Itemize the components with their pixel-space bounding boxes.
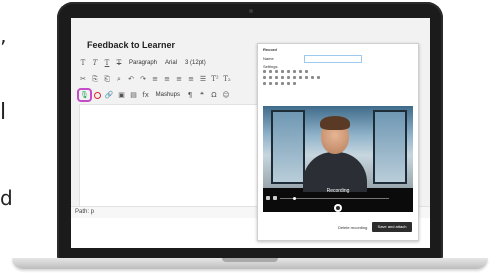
slide-edge-text-2: l	[0, 100, 7, 125]
laptop-screen: Feedback to Learner T T T T Paragraph Ar…	[71, 18, 430, 248]
video-controls	[263, 194, 413, 202]
record-feedback-icon[interactable]: 🎙	[77, 88, 92, 102]
mini-tool-icon[interactable]	[311, 76, 314, 79]
text-style-3-button[interactable]: T	[103, 58, 111, 68]
text-style-1-button[interactable]: T	[79, 58, 87, 68]
mini-tool-icon[interactable]	[275, 70, 278, 73]
background-window	[271, 110, 305, 184]
slide-edge-text-3: d	[0, 186, 13, 210]
mini-tool-icon[interactable]	[281, 82, 284, 85]
mini-tool-icon[interactable]	[305, 76, 308, 79]
mini-tool-icon[interactable]	[293, 82, 296, 85]
media-icon[interactable]: ▤	[130, 90, 138, 100]
font-family-select[interactable]: Arial	[165, 60, 177, 66]
superscript-button[interactable]: T²	[211, 74, 219, 84]
justify-icon[interactable]: ≡	[187, 74, 195, 84]
mini-tool-icon[interactable]	[293, 76, 296, 79]
record-button[interactable]	[334, 204, 342, 212]
delete-recording-link[interactable]: Delete recording	[338, 225, 367, 230]
timeline-knob[interactable]	[293, 196, 297, 200]
person-body	[303, 152, 367, 192]
image-icon[interactable]: ▣	[118, 90, 126, 100]
text-style-2-button[interactable]: T	[91, 58, 99, 68]
editor-toolbar-row-2: ✂ ⎘ ⎗ ⌕ ↶ ↷ ≡ ≡ ≡ ≡ ☰ T² T₂	[79, 72, 231, 86]
pause-icon[interactable]	[266, 196, 270, 200]
editor-toolbar-row-3: 🎙 🔗 ▣ ▤ fx Mashups ¶ ❝ Ω ☺	[77, 88, 230, 102]
stop-icon[interactable]	[273, 196, 277, 200]
name-field-label: Name	[263, 56, 274, 61]
align-center-icon[interactable]: ≡	[163, 74, 171, 84]
laptop-notch	[222, 258, 278, 262]
editor-title: Feedback to Learner	[87, 40, 176, 50]
save-and-attach-button[interactable]: Save and attach	[372, 222, 412, 232]
mini-tool-icon[interactable]	[287, 76, 290, 79]
mini-tool-icon[interactable]	[275, 76, 278, 79]
formula-icon[interactable]: fx	[142, 90, 150, 100]
mini-tool-icon[interactable]	[269, 82, 272, 85]
emoji-icon[interactable]: ☺	[222, 90, 230, 100]
mini-tool-icon[interactable]	[287, 82, 290, 85]
quote-icon[interactable]: ❝	[198, 90, 206, 100]
pilcrow-icon[interactable]: ¶	[186, 90, 194, 100]
slide-edge-text-1: ’	[0, 36, 7, 60]
mini-tool-icon[interactable]	[299, 70, 302, 73]
dialog-title: Record	[263, 47, 277, 52]
list-icon[interactable]: ☰	[199, 74, 207, 84]
editor-text-area[interactable]	[79, 104, 271, 208]
find-icon[interactable]: ⌕	[115, 74, 123, 84]
symbol-icon[interactable]: Ω	[210, 90, 218, 100]
mini-tool-icon[interactable]	[281, 76, 284, 79]
mini-tool-icon[interactable]	[269, 76, 272, 79]
mini-tool-icon[interactable]	[299, 76, 302, 79]
settings-label: Settings	[263, 64, 278, 69]
align-left-icon[interactable]: ≡	[151, 74, 159, 84]
path-label: Path: p	[75, 209, 95, 215]
cut-icon[interactable]: ✂	[79, 74, 87, 84]
screenshot-frame: ’ l d Feedback to Learner T T T T Paragr…	[0, 0, 500, 277]
video-preview: Recording	[263, 106, 413, 212]
name-input[interactable]	[304, 55, 362, 63]
mini-tool-icon[interactable]	[287, 70, 290, 73]
text-style-4-button[interactable]: T	[115, 58, 123, 68]
align-right-icon[interactable]: ≡	[175, 74, 183, 84]
recording-dialog: Record Name Settings Recording Delete re…	[257, 43, 419, 241]
mini-tool-icon[interactable]	[305, 70, 308, 73]
video-scene	[263, 106, 413, 192]
redo-icon[interactable]: ↷	[139, 74, 147, 84]
mini-tool-icon[interactable]	[317, 76, 320, 79]
mini-tool-icon[interactable]	[293, 70, 296, 73]
copy-icon[interactable]: ⎘	[91, 74, 99, 84]
dialog-footer: Delete recording Save and attach	[258, 219, 418, 239]
paste-icon[interactable]: ⎗	[103, 74, 111, 84]
video-timeline[interactable]	[280, 196, 389, 200]
mini-tool-icon[interactable]	[263, 76, 266, 79]
mini-tool-icon[interactable]	[275, 82, 278, 85]
link-icon[interactable]: 🔗	[105, 90, 114, 100]
dialog-toolbar-row-1	[263, 70, 413, 75]
mashups-select[interactable]: Mashups	[156, 92, 180, 98]
editor-toolbar-row-1: T T T T Paragraph Arial 3 (12pt)	[79, 56, 208, 70]
mini-tool-icon[interactable]	[263, 82, 266, 85]
record-icon[interactable]	[93, 91, 101, 99]
undo-icon[interactable]: ↶	[127, 74, 135, 84]
background-window	[373, 110, 407, 184]
dialog-toolbar-row-2	[263, 76, 413, 81]
person-hair	[320, 116, 350, 130]
subscript-button[interactable]: T₂	[223, 74, 231, 84]
font-size-select[interactable]: 3 (12pt)	[185, 60, 206, 66]
camera-dot	[249, 9, 253, 13]
mini-tool-icon[interactable]	[263, 70, 266, 73]
mini-tool-icon[interactable]	[281, 70, 284, 73]
dialog-toolbar-row-3	[263, 82, 413, 87]
paragraph-format-select[interactable]: Paragraph	[129, 60, 157, 66]
mini-tool-icon[interactable]	[269, 70, 272, 73]
